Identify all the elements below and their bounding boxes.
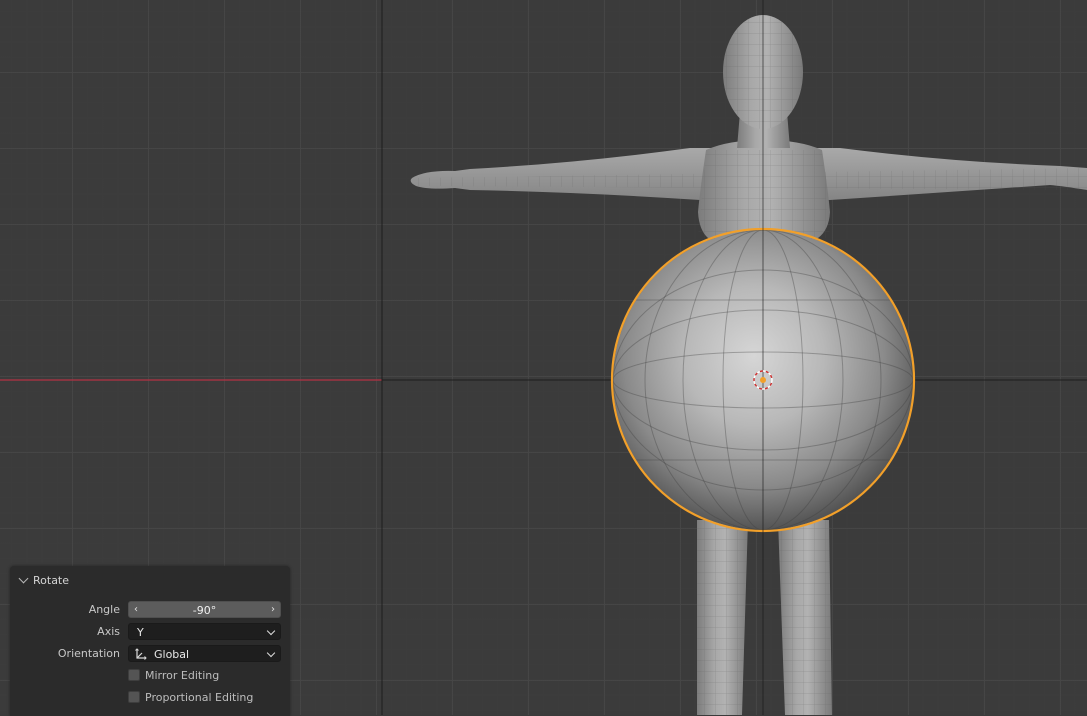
panel-header[interactable]: Rotate (18, 573, 69, 587)
chevron-down-icon (266, 626, 276, 636)
orientation-label: Orientation (57, 647, 120, 660)
axis-value: Y (137, 626, 144, 639)
angle-field[interactable]: ‹ -90° › (128, 601, 281, 618)
orientation-row: Orientation Global (10, 645, 290, 663)
checkbox-box[interactable] (128, 669, 140, 681)
orientation-value: Global (154, 648, 190, 661)
axis-dropdown[interactable]: Y (128, 623, 281, 640)
proportional-editing-checkbox[interactable]: Proportional Editing (128, 689, 253, 705)
chevron-down-icon (18, 573, 29, 583)
panel-title: Rotate (33, 573, 70, 587)
orientation-dropdown[interactable]: Global (128, 645, 281, 662)
mirror-editing-checkbox[interactable]: Mirror Editing (128, 667, 219, 683)
angle-row: Angle ‹ -90° › (10, 601, 290, 619)
checkbox-box[interactable] (128, 691, 140, 703)
angle-label: Angle (88, 603, 120, 616)
proportional-editing-label: Proportional Editing (145, 690, 254, 704)
increment-arrow-icon[interactable]: › (267, 602, 279, 617)
angle-value: -90° (192, 604, 217, 617)
chevron-down-icon (266, 648, 276, 658)
axis-row: Axis Y (10, 623, 290, 641)
orientation-global-icon (135, 648, 147, 660)
mirror-editing-label: Mirror Editing (145, 668, 220, 682)
adjust-last-operation-panel: Rotate Angle ‹ -90° › Axis Y Orientation… (10, 566, 290, 716)
axis-label: Axis (97, 625, 120, 638)
